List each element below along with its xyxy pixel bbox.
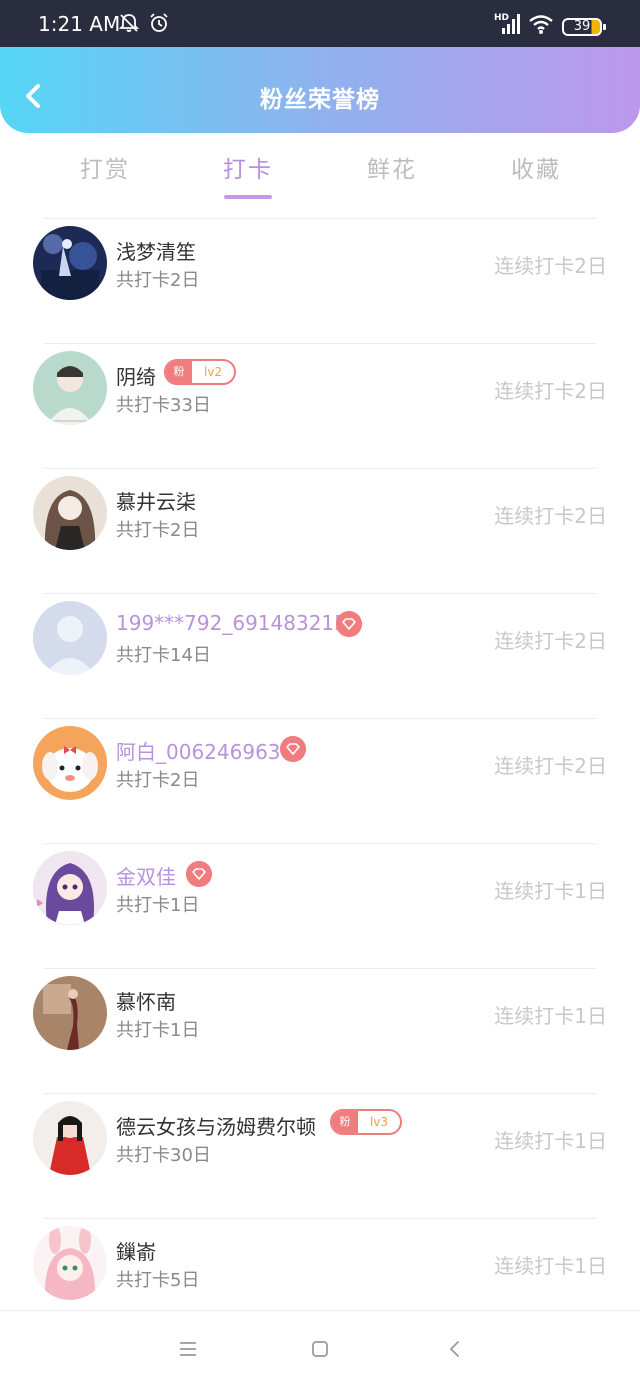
avatar[interactable] — [33, 976, 107, 1050]
tab-favorites[interactable]: 收藏 — [486, 150, 586, 184]
menu-icon[interactable] — [176, 1337, 200, 1361]
fan-level-badge: 粉 lv2 — [164, 359, 236, 385]
streak-checkins: 连续打卡2日 — [494, 379, 607, 403]
fan-name: 鏁嵛 — [116, 1240, 156, 1264]
fan-name: 德云女孩与汤姆费尔顿 — [116, 1115, 316, 1139]
streak-checkins: 连续打卡1日 — [494, 879, 607, 903]
header: 1:21 AM HD 39 粉丝荣誉榜 — [0, 0, 640, 133]
fan-name: 慕井云柒 — [116, 490, 196, 514]
fan-name: 慕怀南 — [116, 990, 176, 1014]
fan-badge-level: lv2 — [203, 365, 223, 379]
total-checkins: 共打卡2日 — [116, 270, 200, 291]
fan-name: 阴绮 — [116, 365, 156, 389]
list-item[interactable]: 浅梦清笙 共打卡2日 连续打卡2日 — [0, 218, 640, 343]
streak-checkins: 连续打卡2日 — [494, 254, 607, 278]
list-item[interactable]: 慕井云柒 共打卡2日 连续打卡2日 — [0, 468, 640, 593]
streak-checkins: 连续打卡1日 — [494, 1129, 607, 1153]
total-checkins: 共打卡14日 — [116, 645, 211, 666]
avatar[interactable] — [33, 226, 107, 300]
divider — [44, 968, 596, 969]
divider — [44, 1218, 596, 1219]
fan-name: 199***792_691483215 — [116, 611, 347, 635]
fan-name: 金双佳 — [116, 865, 176, 889]
list-item[interactable]: 阿白_006246963 共打卡2日 连续打卡2日 — [0, 718, 640, 843]
fan-name: 浅梦清笙 — [116, 240, 196, 264]
total-checkins: 共打卡2日 — [116, 520, 200, 541]
total-checkins: 共打卡30日 — [116, 1145, 211, 1166]
home-square-icon[interactable] — [308, 1337, 332, 1361]
total-checkins: 共打卡1日 — [116, 1020, 200, 1041]
tab-flowers[interactable]: 鲜花 — [342, 150, 442, 184]
tab-checkin[interactable]: 打卡 — [198, 150, 298, 184]
total-checkins: 共打卡33日 — [116, 395, 211, 416]
total-checkins: 共打卡1日 — [116, 895, 200, 916]
list-item[interactable]: 慕怀南 共打卡1日 连续打卡1日 — [0, 968, 640, 1093]
avatar[interactable] — [33, 1226, 107, 1300]
page-title: 粉丝荣誉榜 — [260, 87, 380, 113]
status-bar: 1:21 AM HD 39 — [0, 0, 640, 47]
streak-checkins: 连续打卡1日 — [494, 1004, 607, 1028]
tab-bar: 打赏 打卡 鲜花 收藏 — [0, 140, 640, 210]
avatar[interactable] — [33, 1101, 107, 1175]
avatar[interactable] — [33, 476, 107, 550]
divider — [44, 593, 596, 594]
divider — [44, 843, 596, 844]
avatar[interactable] — [33, 726, 107, 800]
list-item[interactable]: 阴绮 粉 lv2 共打卡33日 连续打卡2日 — [0, 343, 640, 468]
alarm-icon — [150, 13, 168, 32]
list-item[interactable]: 199***792_691483215 共打卡14日 连续打卡2日 — [0, 593, 640, 718]
streak-checkins: 连续打卡2日 — [494, 754, 607, 778]
status-time: 1:21 AM — [38, 12, 121, 36]
tab-tips[interactable]: 打赏 — [55, 150, 155, 184]
streak-checkins: 连续打卡2日 — [494, 629, 607, 653]
total-checkins: 共打卡2日 — [116, 770, 200, 791]
diamond-icon — [336, 611, 362, 637]
active-tab-indicator — [224, 195, 272, 199]
fan-list: 浅梦清笙 共打卡2日 连续打卡2日 阴绮 粉 lv2 共打卡33日 连续打卡2日 — [0, 218, 640, 1343]
total-checkins: 共打卡5日 — [116, 1270, 200, 1291]
back-triangle-icon[interactable] — [443, 1337, 467, 1361]
divider — [44, 343, 596, 344]
avatar[interactable] — [33, 601, 107, 675]
avatar[interactable] — [33, 851, 107, 925]
diamond-icon — [186, 861, 212, 887]
avatar[interactable] — [33, 351, 107, 425]
divider — [44, 218, 596, 219]
list-item[interactable]: 德云女孩与汤姆费尔顿 粉 lv3 共打卡30日 连续打卡1日 — [0, 1093, 640, 1218]
fan-badge-level: lv3 — [369, 1115, 389, 1129]
list-item[interactable]: 金双佳 共打卡1日 连续打卡1日 — [0, 843, 640, 968]
battery-indicator: 39 — [562, 18, 606, 36]
fan-badge-label: 粉 — [166, 361, 192, 383]
fan-level-badge: 粉 lv3 — [330, 1109, 402, 1135]
fan-badge-label: 粉 — [332, 1111, 358, 1133]
divider — [44, 1093, 596, 1094]
wifi-icon — [529, 15, 553, 34]
fan-name: 阿白_006246963 — [116, 740, 281, 764]
streak-checkins: 连续打卡1日 — [494, 1254, 607, 1278]
signal-icon — [502, 14, 520, 34]
bell-off-icon — [118, 14, 140, 32]
divider — [44, 718, 596, 719]
streak-checkins: 连续打卡2日 — [494, 504, 607, 528]
divider — [44, 468, 596, 469]
diamond-icon — [280, 736, 306, 762]
system-nav-bar — [0, 1310, 640, 1387]
